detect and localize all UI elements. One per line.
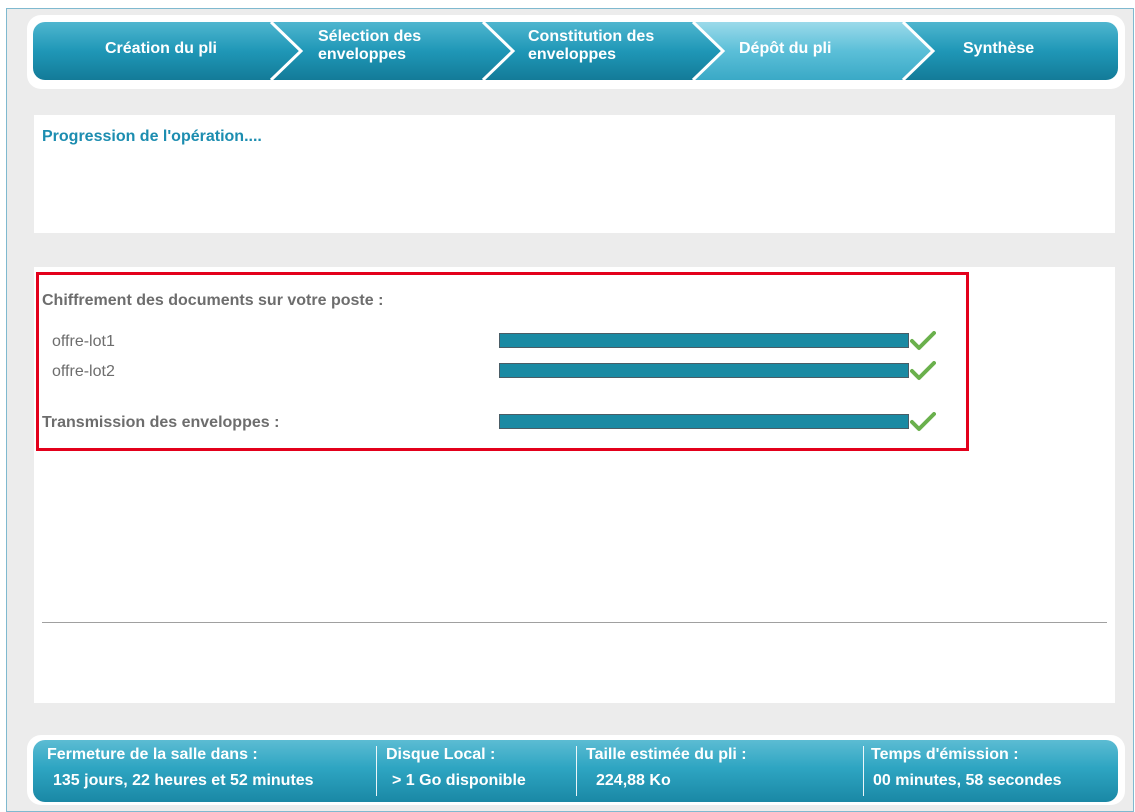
- step-label: Synthèse: [963, 40, 1035, 57]
- step-label: Dépôt du pli: [739, 40, 832, 57]
- size-label: Taille estimée du pli :: [586, 746, 747, 763]
- step-label-line1: Constitution des: [528, 28, 655, 45]
- closing-value: 135 jours, 22 heures et 52 minutes: [53, 772, 314, 789]
- step-label-line2: enveloppes: [528, 46, 617, 63]
- step-label-line1: Sélection des: [318, 28, 422, 45]
- footer-separator: [376, 746, 377, 796]
- transmission-progress-bar: [499, 414, 909, 429]
- transfer-status-panel: Chiffrement des documents sur votre post…: [34, 267, 1115, 703]
- info-footer: Fermeture de la salle dans : 135 jours, …: [33, 740, 1118, 802]
- step-creation[interactable]: Création du pli: [105, 40, 217, 58]
- closing-label: Fermeture de la salle dans :: [47, 746, 258, 763]
- encryption-progress-bar: [499, 333, 909, 348]
- encryption-progress-bar: [499, 363, 909, 378]
- time-label: Temps d'émission :: [871, 746, 1019, 763]
- file-name: offre-lot1: [52, 333, 115, 350]
- operation-progress-panel: Progression de l'opération....: [34, 115, 1115, 233]
- size-value: 224,88 Ko: [596, 772, 671, 789]
- disk-label: Disque Local :: [386, 746, 496, 763]
- footer-separator: [863, 746, 864, 796]
- progress-fill: [500, 334, 908, 347]
- divider: [42, 622, 1107, 623]
- disk-value: > 1 Go disponible: [392, 772, 526, 789]
- encryption-title: Chiffrement des documents sur votre post…: [42, 292, 384, 309]
- progress-fill: [500, 415, 908, 428]
- time-value: 00 minutes, 58 secondes: [873, 772, 1062, 789]
- footer-separator: [576, 746, 577, 796]
- step-label-line2: enveloppes: [318, 46, 407, 63]
- check-icon: [910, 361, 936, 380]
- step-selection[interactable]: Sélection des enveloppes: [318, 28, 421, 64]
- progress-fill: [500, 364, 908, 377]
- file-name: offre-lot2: [52, 363, 115, 380]
- step-constitution[interactable]: Constitution des enveloppes: [528, 28, 654, 64]
- check-icon: [910, 412, 936, 431]
- wizard-steps: Création du pli Sélection des enveloppes…: [33, 22, 1118, 80]
- check-icon: [910, 331, 936, 350]
- step-depot[interactable]: Dépôt du pli: [739, 40, 831, 58]
- transmission-title: Transmission des enveloppes :: [42, 414, 280, 431]
- step-label: Création du pli: [105, 40, 217, 57]
- page-title: Progression de l'opération....: [42, 128, 262, 145]
- step-synthese[interactable]: Synthèse: [963, 40, 1034, 58]
